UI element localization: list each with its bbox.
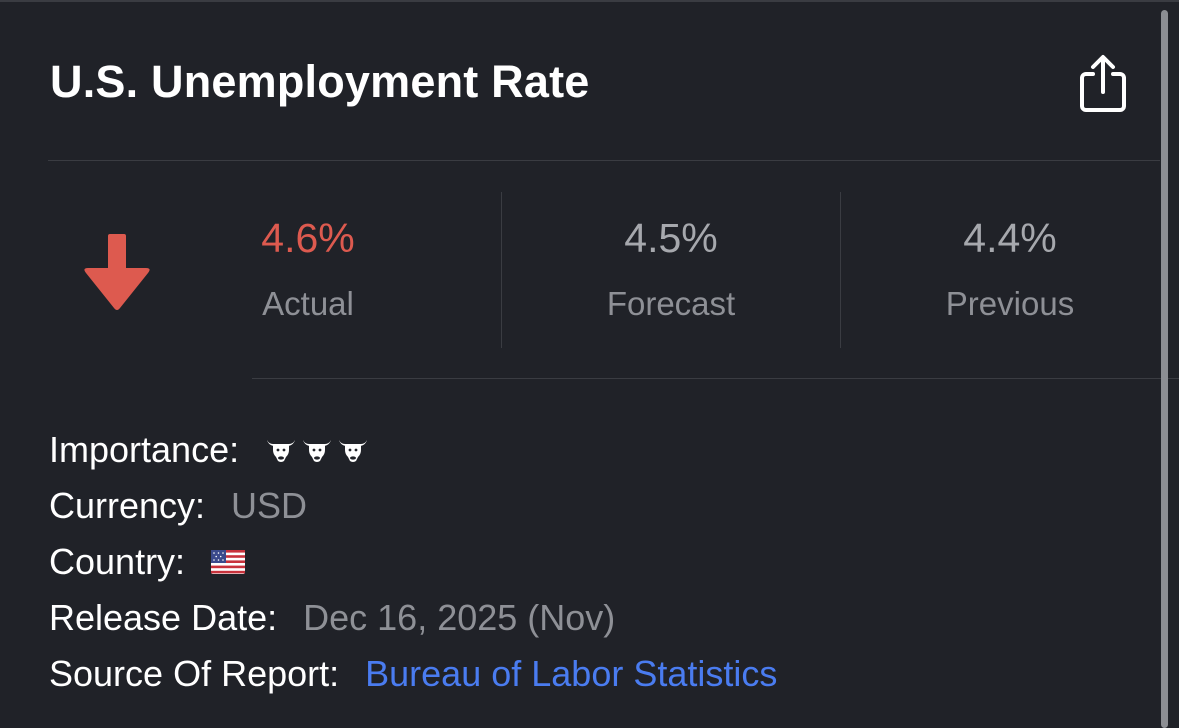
page-title: U.S. Unemployment Rate xyxy=(50,56,590,107)
previous-value: 4.4% xyxy=(963,215,1057,261)
release-date-value: Dec 16, 2025 (Nov) xyxy=(303,597,616,638)
stat-previous: 4.4% Previous xyxy=(910,212,1110,324)
share-button[interactable] xyxy=(1074,52,1132,114)
arrow-down-icon xyxy=(84,234,150,310)
importance-rating xyxy=(265,436,369,464)
importance-row: Importance: xyxy=(49,428,369,472)
importance-label: Importance: xyxy=(49,429,240,470)
currency-label: Currency: xyxy=(49,485,206,526)
bull-icon xyxy=(303,440,332,462)
release-date-label: Release Date: xyxy=(49,597,278,638)
scrollbar[interactable] xyxy=(1161,10,1168,728)
stat-separator xyxy=(840,192,841,348)
forecast-label: Forecast xyxy=(606,285,736,322)
source-link[interactable]: Bureau of Labor Statistics xyxy=(365,652,777,696)
share-icon xyxy=(1080,55,1126,112)
us-flag-icon xyxy=(211,550,246,574)
currency-row: Currency: USD xyxy=(49,484,307,528)
stats-divider xyxy=(252,378,1179,379)
stat-actual: 4.6% Actual xyxy=(228,212,388,324)
country-label: Country: xyxy=(49,541,186,582)
stat-separator xyxy=(501,192,502,348)
indicator-detail-screen: U.S. Unemployment Rate 4.6% Actual 4.5% … xyxy=(0,0,1179,728)
header-divider xyxy=(48,160,1160,161)
currency-value: USD xyxy=(231,485,308,526)
previous-label: Previous xyxy=(945,285,1075,322)
release-date-row: Release Date: Dec 16, 2025 (Nov) xyxy=(49,596,615,640)
forecast-value: 4.5% xyxy=(624,215,718,261)
top-border xyxy=(0,0,1179,2)
country-row: Country: xyxy=(49,540,246,584)
bull-icon xyxy=(339,440,368,462)
actual-label: Actual xyxy=(262,285,354,322)
actual-value: 4.6% xyxy=(261,215,355,261)
stat-forecast: 4.5% Forecast xyxy=(571,212,771,324)
direction-indicator xyxy=(80,232,154,314)
bull-icon xyxy=(267,440,296,462)
source-row: Source Of Report: Bureau of Labor Statis… xyxy=(49,652,777,696)
source-label: Source Of Report: xyxy=(49,653,340,694)
